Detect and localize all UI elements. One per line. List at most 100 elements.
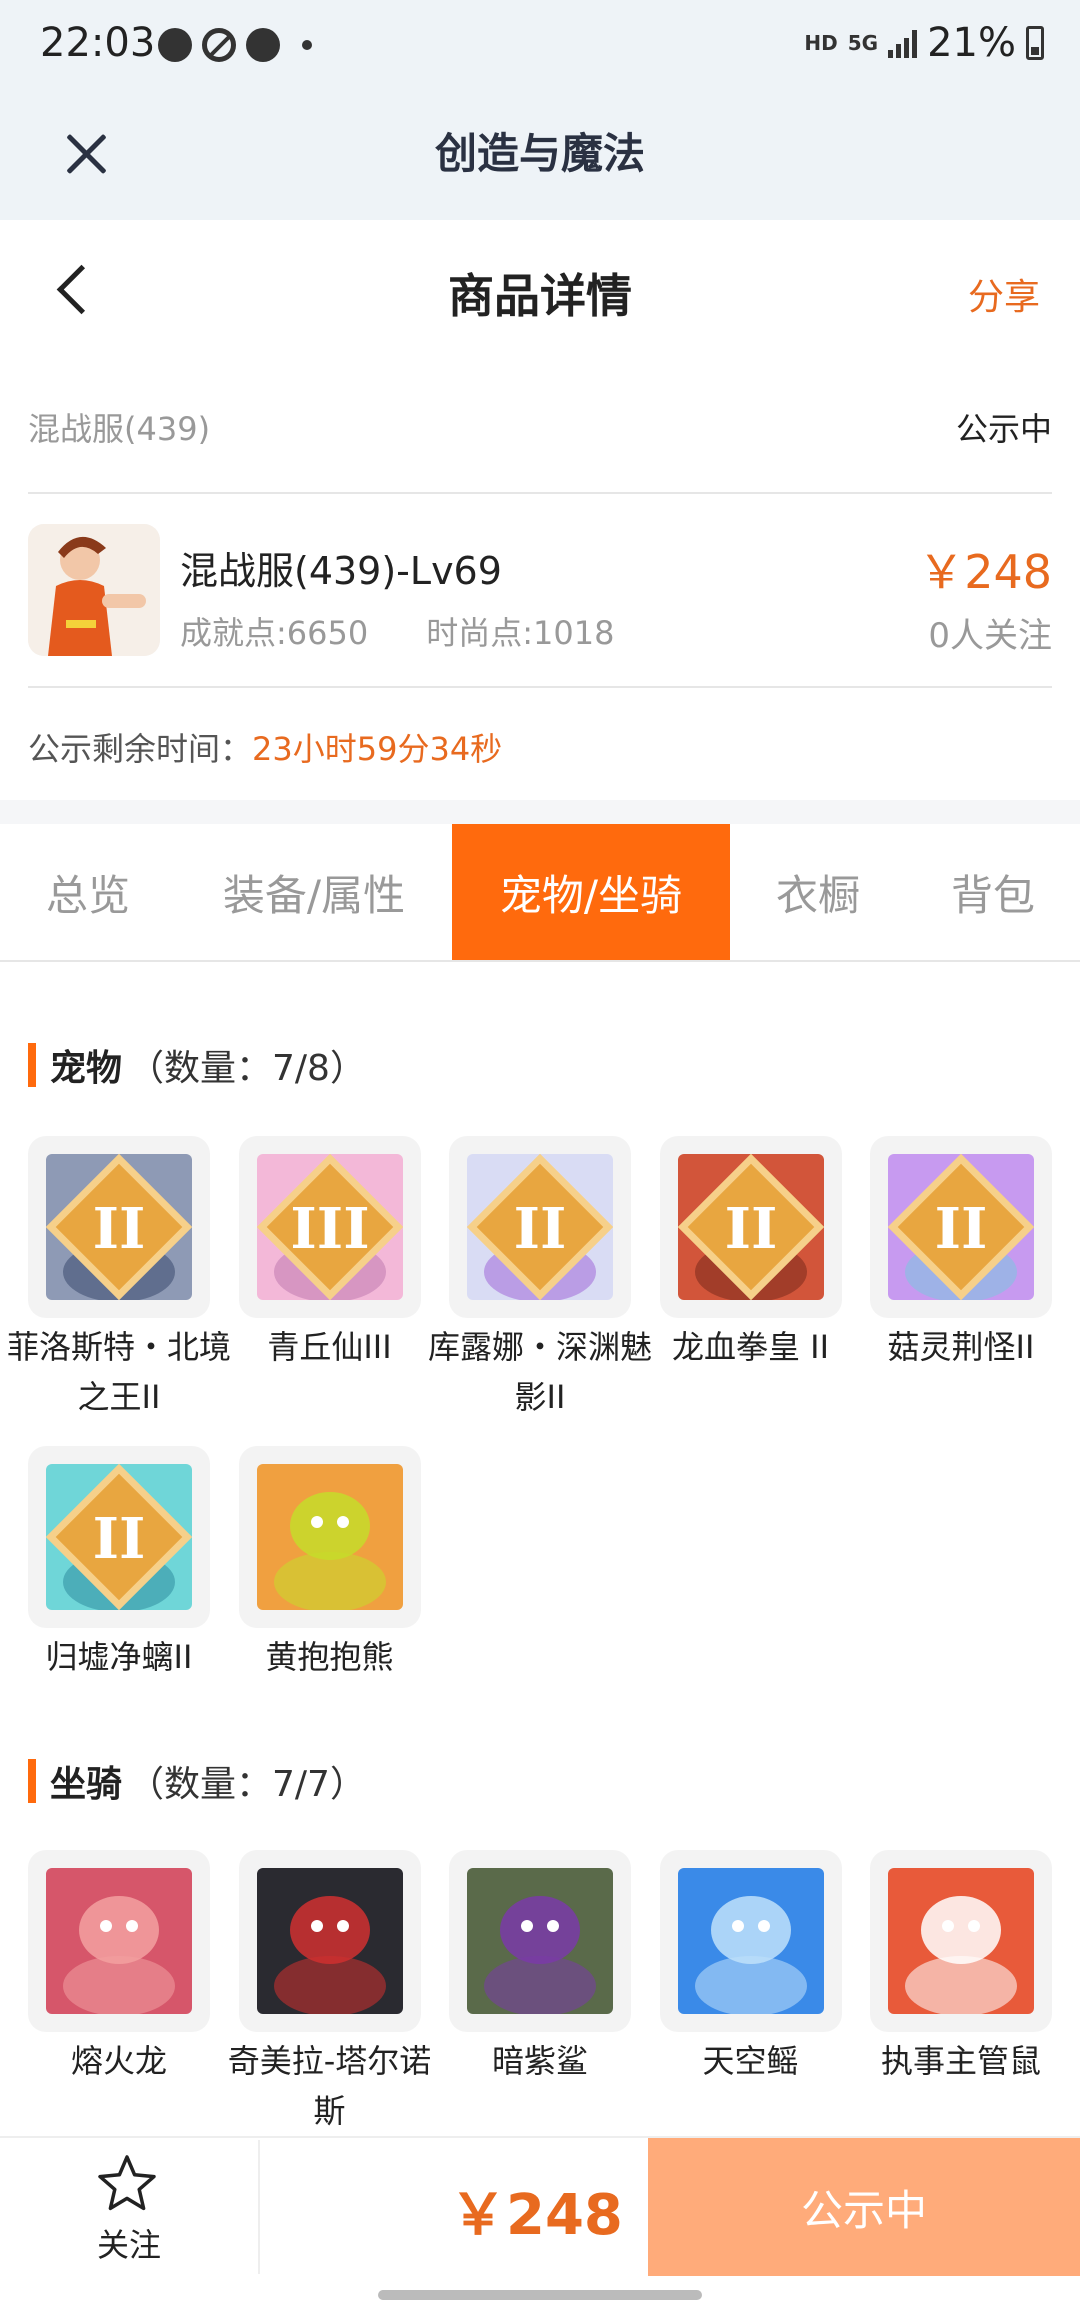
item-card[interactable]: 天空鳐 — [659, 1850, 842, 2086]
total-price: ￥248 — [450, 2183, 623, 2248]
item-label: 菇灵荆怪II — [887, 1328, 1035, 1366]
rank-badge-icon: II — [677, 1154, 824, 1300]
item-card[interactable]: II 菇灵荆怪II — [870, 1136, 1052, 1372]
divider — [258, 2140, 260, 2274]
item-image — [238, 1446, 421, 1628]
tab-overview[interactable]: 总览 — [0, 824, 176, 960]
follow-label: 关注 — [96, 2226, 161, 2264]
countdown-label: 公示剩余时间： — [28, 730, 253, 768]
status-bar: 22:03 HD 5G 21% — [0, 0, 1080, 96]
status-time: 22:03 — [40, 20, 156, 66]
share-button[interactable]: 分享 — [968, 268, 1040, 320]
divider — [28, 686, 1052, 688]
item-card[interactable]: II 龙血拳皇 II — [659, 1136, 842, 1372]
fashion-points: 时尚点:1018 — [426, 614, 615, 652]
svg-text:III: III — [290, 1196, 369, 1262]
svg-text:II: II — [514, 1196, 567, 1262]
app-bar: 创造与魔法 — [0, 96, 1080, 220]
page-title: 商品详情 — [448, 269, 632, 323]
item-image: II — [28, 1446, 210, 1628]
product-stats: 成就点:6650 时尚点:1018 — [180, 608, 614, 654]
section-spacer — [0, 800, 1080, 824]
wechat-icon — [246, 28, 280, 62]
item-image — [449, 1850, 631, 2032]
item-label: 青丘仙III — [267, 1328, 392, 1366]
detail-tabs: 总览 装备/属性 宠物/坐骑 衣橱 背包 — [0, 824, 1080, 962]
item-image: II — [659, 1136, 842, 1318]
more-notifications-dot-icon — [302, 40, 312, 50]
blocked-icon — [202, 28, 236, 62]
item-image — [870, 1850, 1052, 2032]
item-card[interactable]: 执事主管鼠 — [870, 1850, 1052, 2086]
item-card[interactable]: II 菲洛斯特・北境之王II — [7, 1136, 231, 1422]
pets-count: （数量：7/8） — [128, 1048, 366, 1089]
follow-button[interactable]: 关注 — [0, 2138, 258, 2278]
battery-icon — [1026, 26, 1044, 60]
star-icon — [98, 2155, 156, 2211]
product-price: ￥248 — [918, 545, 1052, 599]
mounts-count: （数量：7/7） — [128, 1764, 366, 1805]
item-label: 暗紫鲨 — [491, 2042, 588, 2080]
network-type: 5G — [847, 31, 879, 55]
item-card[interactable]: 熔火龙 — [28, 1850, 210, 2086]
hd-indicator: HD — [804, 31, 838, 55]
item-label: 菲洛斯特・北境之王II — [6, 1328, 231, 1416]
countdown-value: 23小时59分34秒 — [252, 730, 503, 768]
item-image: II — [449, 1136, 631, 1318]
app-title: 创造与魔法 — [434, 129, 645, 178]
item-image: II — [28, 1136, 210, 1318]
rank-badge-icon: II — [46, 1154, 192, 1300]
rank-badge-icon: II — [467, 1154, 613, 1300]
follower-count: 0人关注 — [928, 616, 1052, 656]
item-card[interactable]: 黄抱抱熊 — [238, 1446, 421, 1682]
item-card[interactable]: II 归墟净螭II — [28, 1446, 210, 1682]
item-label: 天空鳐 — [702, 2042, 799, 2080]
listing-status: 公示中 — [955, 410, 1052, 448]
item-label: 黄抱抱熊 — [265, 1638, 394, 1676]
svg-text:II: II — [724, 1196, 777, 1262]
server-name: 混战服(439) — [28, 410, 211, 448]
item-label: 库露娜・深渊魅影II — [427, 1328, 652, 1416]
notification-icons — [158, 28, 312, 62]
item-label: 归墟净螭II — [45, 1638, 193, 1676]
bottom-action-bar: 关注 ￥248 公示中 — [0, 2136, 1080, 2276]
item-card[interactable]: III 青丘仙III — [238, 1136, 421, 1372]
home-indicator[interactable] — [378, 2290, 702, 2300]
item-label: 奇美拉-塔尔诺斯 — [227, 2042, 432, 2130]
tab-pets-mounts[interactable]: 宠物/坐骑 — [452, 824, 730, 960]
tab-backpack[interactable]: 背包 — [906, 824, 1080, 960]
pets-section-header: 宠物 （数量：7/8） — [28, 1040, 366, 1090]
item-image: II — [870, 1136, 1052, 1318]
message-icon — [158, 28, 192, 62]
section-accent-bar — [28, 1043, 36, 1087]
item-card[interactable]: 奇美拉-塔尔诺斯 — [228, 1850, 431, 2136]
page-header: 商品详情 分享 — [0, 220, 1080, 360]
product-name: 混战服(439)-Lv69 — [180, 549, 502, 593]
item-image — [659, 1850, 842, 2032]
countdown: 公示剩余时间：23小时59分34秒 — [28, 724, 502, 770]
product-summary[interactable]: 混战服(439)-Lv69 成就点:6650 时尚点:1018 ￥248 0人关… — [28, 520, 1052, 660]
section-accent-bar — [28, 1759, 36, 1803]
rank-badge-icon: II — [46, 1464, 192, 1610]
server-row: 混战服(439) 公示中 — [28, 396, 1052, 456]
pets-title: 宠物 — [50, 1048, 123, 1089]
tab-equipment[interactable]: 装备/属性 — [176, 824, 452, 960]
mounts-section-header: 坐骑 （数量：7/7） — [28, 1756, 366, 1806]
svg-text:II: II — [93, 1506, 146, 1572]
mounts-title: 坐骑 — [50, 1764, 123, 1805]
listing-status-button[interactable]: 公示中 — [648, 2138, 1080, 2276]
item-image — [238, 1850, 421, 2032]
item-label: 龙血拳皇 II — [671, 1328, 830, 1366]
item-label: 熔火龙 — [70, 2042, 167, 2080]
item-card[interactable]: II 库露娜・深渊魅影II — [428, 1136, 652, 1422]
item-image: III — [238, 1136, 421, 1318]
rank-badge-icon: II — [888, 1154, 1034, 1300]
divider — [28, 492, 1052, 494]
tab-wardrobe[interactable]: 衣橱 — [730, 824, 906, 960]
mounts-grid: 熔火龙 奇美拉-塔尔诺斯 暗紫鲨 天空鳐 执事主管鼠 — [28, 1850, 1052, 2130]
battery-percent: 21% — [927, 20, 1016, 66]
svg-text:II: II — [93, 1196, 146, 1262]
signal-icon — [888, 28, 918, 58]
svg-text:II: II — [935, 1196, 988, 1262]
item-card[interactable]: 暗紫鲨 — [449, 1850, 631, 2086]
